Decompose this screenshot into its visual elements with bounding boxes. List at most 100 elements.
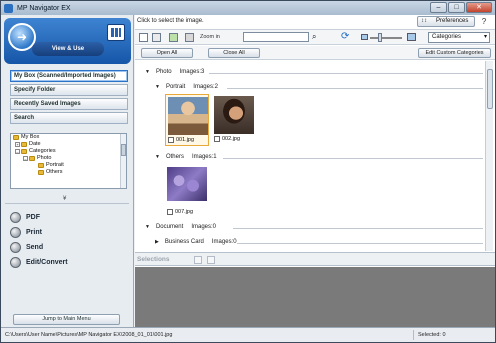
- nav-item-my-box[interactable]: My Box (Scanned/Imported Images): [10, 70, 128, 82]
- tree-label: My Box: [21, 134, 40, 140]
- selections-grid-icon[interactable]: [194, 256, 202, 264]
- tree-label: Date: [29, 141, 41, 147]
- group-label: Photo: [155, 69, 172, 75]
- left-panel: ➜ View & Use My Box (Scanned/Imported Im…: [1, 15, 134, 327]
- slider-handle[interactable]: [378, 33, 382, 42]
- separator: [237, 243, 483, 244]
- collapse-triangle-icon[interactable]: ▼: [145, 69, 150, 75]
- folder-icon: [38, 170, 44, 175]
- tree-scrollbar[interactable]: [120, 134, 126, 188]
- group-header-others[interactable]: ▼ Others Images:1: [155, 154, 217, 160]
- thumbnail-area: ▼ Photo Images:3 ▼ Portrait Images:2 001…: [135, 61, 485, 251]
- photo-image: [168, 97, 208, 135]
- main-panel: Click to select the image. Preferences ?…: [135, 15, 495, 327]
- pdf-icon: [10, 212, 21, 223]
- zoom-in-label[interactable]: Zoom in: [200, 34, 220, 40]
- thumbnail-002[interactable]: 002.jpg: [212, 94, 256, 146]
- open-all-button[interactable]: Open All: [141, 48, 193, 58]
- divider: [5, 203, 129, 204]
- large-thumbnail-icon[interactable]: [407, 33, 416, 41]
- app-icon: [4, 3, 13, 13]
- select-checkbox[interactable]: [167, 209, 173, 215]
- separator: [233, 228, 483, 229]
- thumbnail-001[interactable]: 001.jpg: [165, 94, 209, 146]
- scroll-thumb[interactable]: [487, 69, 493, 109]
- expand-triangle-icon[interactable]: ▶: [155, 239, 159, 245]
- select-checkbox[interactable]: [214, 136, 220, 142]
- grid-view-icon[interactable]: [139, 33, 148, 42]
- mode-header: ➜ View & Use: [4, 18, 131, 64]
- list-view-icon[interactable]: [152, 33, 161, 42]
- nav-item-recently-saved[interactable]: Recently Saved Images: [10, 98, 128, 110]
- close-all-button[interactable]: Close All: [208, 48, 260, 58]
- refresh-icon[interactable]: ⟳: [341, 31, 349, 42]
- minimize-button[interactable]: –: [430, 2, 447, 13]
- tree-item-others[interactable]: Others: [11, 169, 126, 176]
- instruction-text: Click to select the image.: [137, 18, 204, 24]
- tree-label: Categories: [29, 148, 56, 154]
- thumbnail-007[interactable]: 007.jpg: [165, 165, 209, 217]
- tree-item-my-box[interactable]: My Box: [11, 134, 126, 141]
- tree-item-photo[interactable]: – Photo: [11, 155, 126, 162]
- edit-image-icon[interactable]: [169, 33, 178, 42]
- send-button[interactable]: Send: [10, 240, 128, 255]
- photo-image: [167, 167, 207, 201]
- tree-item-categories[interactable]: – Categories: [11, 148, 126, 155]
- nav-item-specify-folder[interactable]: Specify Folder: [10, 84, 128, 96]
- collapse-triangle-icon[interactable]: ▼: [155, 154, 160, 160]
- group-header-photo[interactable]: ▼ Photo Images:3: [145, 69, 204, 75]
- file-name: 002.jpg: [222, 136, 241, 142]
- group-count: Images:3: [179, 69, 205, 75]
- selections-bar: Selections: [135, 252, 495, 266]
- scroll-thumb[interactable]: [121, 144, 126, 156]
- pdf-button[interactable]: PDF: [10, 210, 128, 225]
- group-header-document[interactable]: ▼ Document Images:0: [145, 224, 216, 230]
- select-checkbox[interactable]: [168, 137, 174, 143]
- tree-item-date[interactable]: + Date: [11, 141, 126, 148]
- view-use-button[interactable]: View & Use: [32, 42, 104, 56]
- group-label: Portrait: [165, 84, 186, 90]
- status-selected-count: Selected: 0: [418, 332, 446, 338]
- help-button[interactable]: ?: [477, 16, 491, 27]
- nav-list: My Box (Scanned/Imported Images) Specify…: [10, 70, 128, 126]
- group-header-portrait[interactable]: ▼ Portrait Images:2: [155, 84, 218, 90]
- category-select[interactable]: Categories: [428, 32, 490, 43]
- expand-icon[interactable]: +: [15, 142, 20, 147]
- double-chevron-down-icon[interactable]: ¥: [63, 196, 66, 202]
- folder-icon: [21, 149, 27, 154]
- selections-list-icon[interactable]: [207, 256, 215, 264]
- group-count: Images:2: [193, 84, 218, 90]
- selections-area[interactable]: [135, 267, 495, 327]
- maximize-button[interactable]: □: [448, 2, 465, 13]
- small-thumbnail-icon[interactable]: [361, 34, 368, 40]
- search-icon[interactable]: ⌕: [312, 32, 322, 42]
- preferences-button[interactable]: Preferences: [417, 16, 475, 27]
- collapse-icon[interactable]: –: [15, 149, 20, 154]
- folder-icon: [38, 163, 44, 168]
- jump-to-main-menu-button[interactable]: Jump to Main Menu: [13, 314, 120, 325]
- rotate-icon[interactable]: [185, 33, 194, 42]
- edit-convert-button[interactable]: Edit/Convert: [10, 255, 128, 270]
- collapse-triangle-icon[interactable]: ▼: [145, 224, 150, 230]
- tree-item-portrait[interactable]: Portrait: [11, 162, 126, 169]
- collapse-icon[interactable]: –: [23, 156, 28, 161]
- nav-item-search[interactable]: Search: [10, 112, 128, 124]
- status-path: C:\Users\User Name\Pictures\MP Navigator…: [5, 332, 173, 338]
- content-scrollbar[interactable]: [485, 61, 493, 251]
- search-input[interactable]: [243, 32, 309, 42]
- close-button[interactable]: ✕: [466, 2, 492, 13]
- tree-label: Others: [46, 169, 63, 175]
- edit-custom-categories-button[interactable]: Edit Custom Categories: [418, 48, 491, 58]
- collapse-triangle-icon[interactable]: ▼: [155, 84, 160, 90]
- group-count: Images:0: [211, 239, 237, 245]
- photo-image: [214, 96, 254, 134]
- group-label: Others: [165, 154, 184, 160]
- app-window: MP Navigator EX – □ ✕ ➜ View & Use My Bo…: [0, 0, 496, 343]
- file-name: 001.jpg: [176, 137, 195, 143]
- group-header-business-card[interactable]: ▶ Business Card Images:0: [155, 239, 237, 245]
- toolbar: Zoom in ⌕ ⟳ Categories: [135, 29, 495, 45]
- group-count: Images:1: [191, 154, 217, 160]
- status-separator: [413, 330, 414, 340]
- thumbnail-size-slider[interactable]: [370, 37, 402, 39]
- print-button[interactable]: Print: [10, 225, 128, 240]
